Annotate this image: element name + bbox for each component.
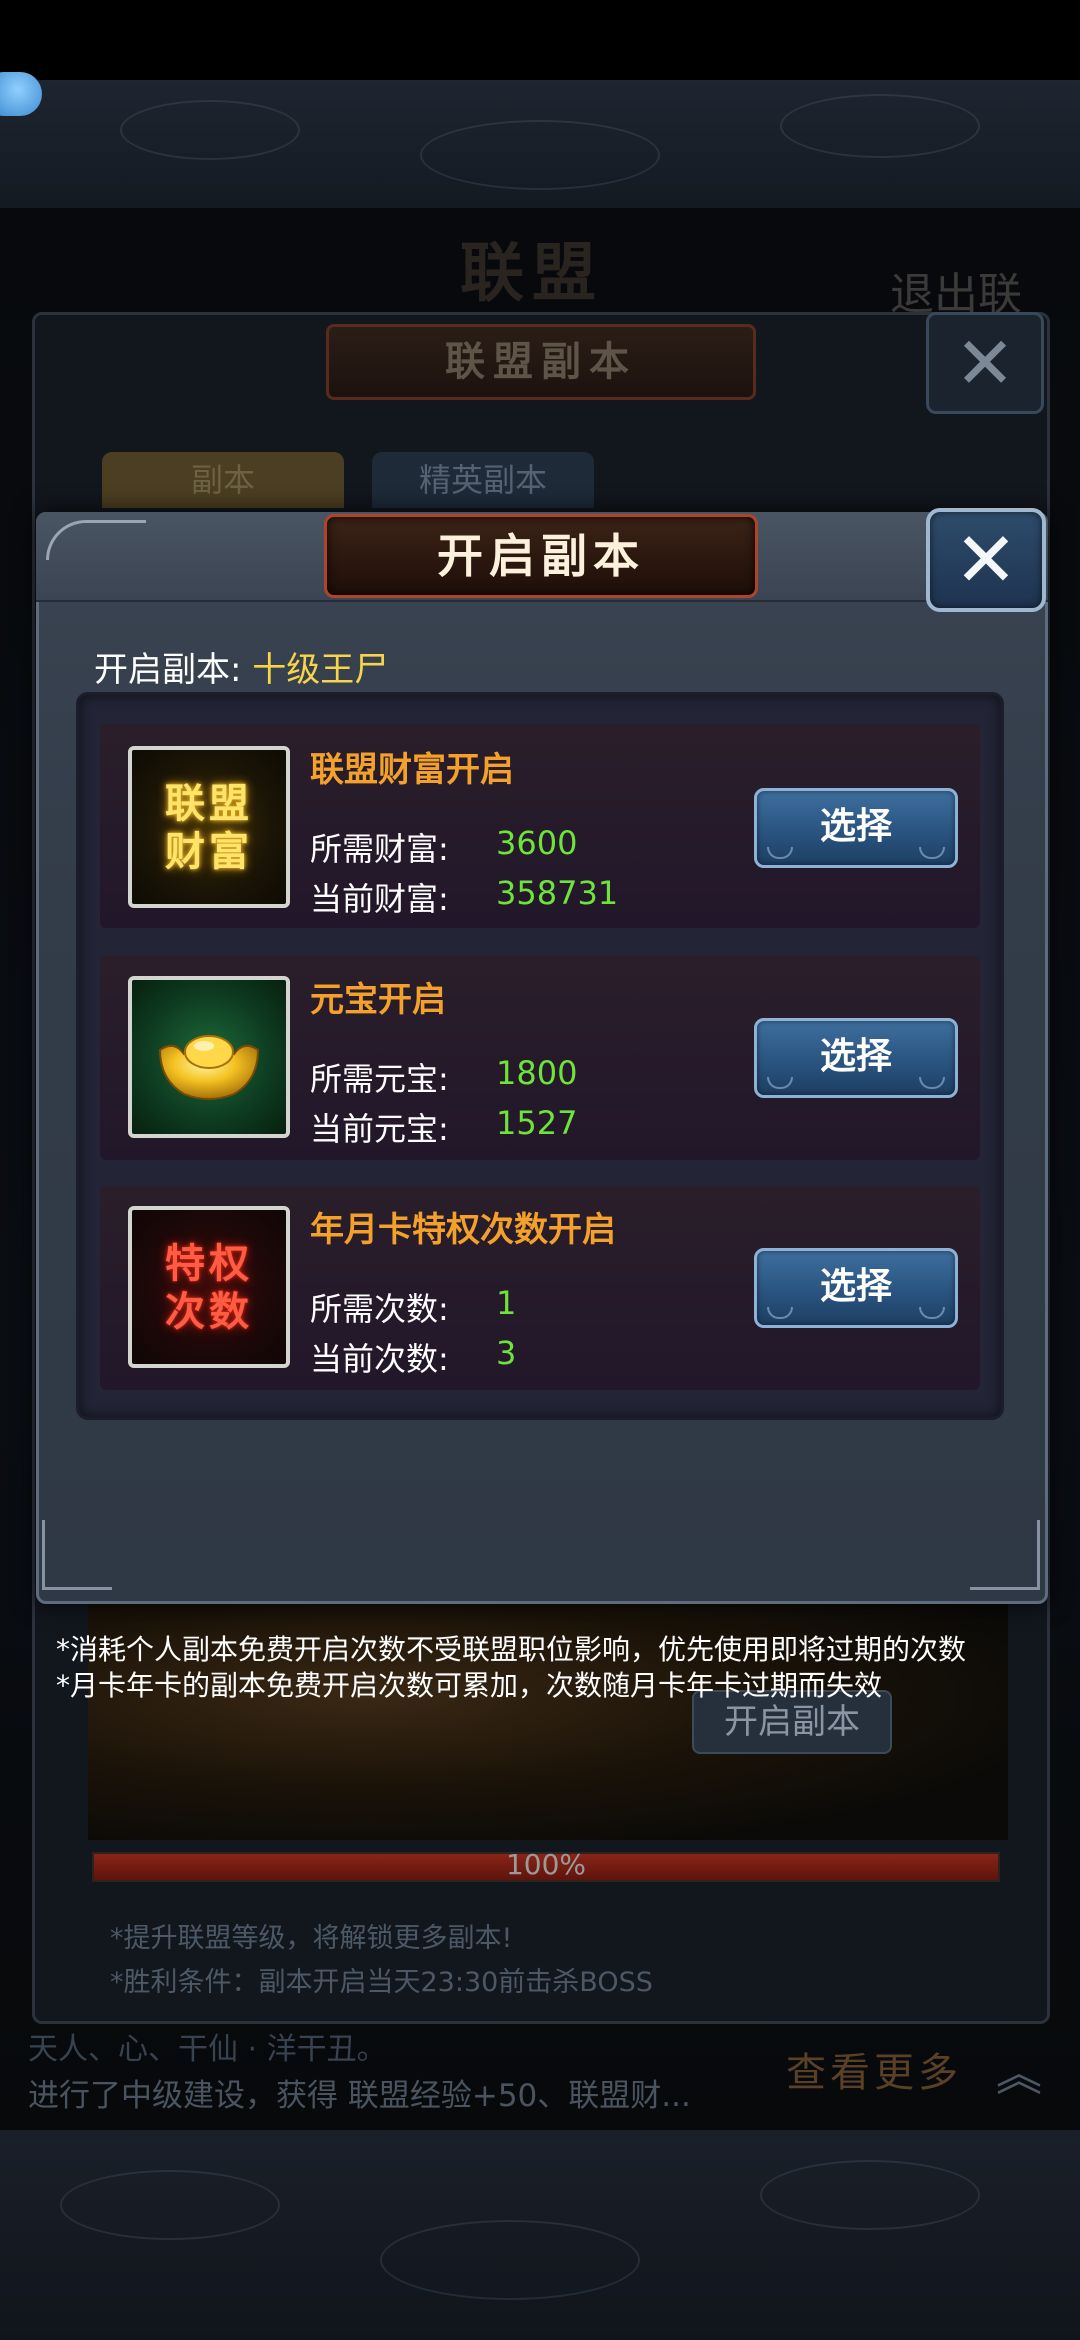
required-count: 所需次数: 1 [310, 1284, 516, 1330]
double-chevron-up-icon[interactable]: ︽ [996, 2038, 1042, 2104]
dialog-title: 开启副本 [437, 529, 645, 583]
alliance-dungeon-title: 联盟副本 [326, 324, 756, 400]
footnote: *消耗个人副本免费开启次数不受联盟职位影响，优先使用即将过期的次数 [56, 1633, 967, 1666]
field-value: 3600 [496, 824, 578, 862]
field-value: 1527 [496, 1104, 578, 1142]
progress-label: 100% [505, 1848, 587, 1881]
field-label: 所需元宝: [310, 1060, 449, 1098]
privilege-count-icon: 特权 次数 [128, 1206, 290, 1368]
select-ingot-button[interactable]: 选择 [754, 1018, 958, 1098]
current-count: 当前次数: 3 [310, 1334, 516, 1380]
option-title: 元宝开启 [310, 980, 446, 1020]
tab-dungeon[interactable]: 副本 [102, 452, 344, 508]
field-value: 1800 [496, 1054, 578, 1092]
close-button[interactable]: ✕ [926, 508, 1046, 612]
status-bar-area [0, 0, 1080, 80]
top-decor-strip [0, 80, 1080, 208]
app-corner-badge[interactable] [0, 72, 42, 116]
select-privilege-button[interactable]: 选择 [754, 1248, 958, 1328]
dungeon-subtitle: 开启副本: 十级王尸 [94, 642, 388, 691]
background-close-icon[interactable]: ✕ [926, 312, 1044, 414]
dungeon-name: 十级王尸 [252, 650, 389, 690]
ingot-graphic [158, 1035, 260, 1100]
view-more-link[interactable]: 查看更多 [786, 2040, 962, 2098]
unlock-note: *提升联盟等级，将解锁更多副本! [110, 1923, 513, 1954]
required-ingot: 所需元宝: 1800 [310, 1054, 577, 1100]
field-value: 3 [496, 1334, 517, 1372]
tab-elite-dungeon[interactable]: 精英副本 [372, 452, 594, 508]
field-label: 当前元宝: [310, 1110, 449, 1148]
chat-line: 天人、心、干仙 · 洋干丑。 [28, 2032, 387, 2067]
gold-ingot-icon [128, 976, 290, 1138]
corner-ornament [970, 1520, 1040, 1590]
option-title: 年月卡特权次数开启 [310, 1210, 616, 1250]
victory-condition-note: *胜利条件：副本开启当天23:30前击杀BOSS [110, 1967, 653, 1998]
current-wealth: 当前财富: 358731 [310, 874, 618, 920]
corner-ornament [42, 1520, 112, 1590]
icon-label: 特权 次数 [165, 1240, 253, 1335]
field-label: 所需次数: [310, 1290, 449, 1328]
field-label: 当前财富: [310, 880, 449, 918]
field-label: 所需财富: [310, 830, 449, 868]
select-wealth-button[interactable]: 选择 [754, 788, 958, 868]
required-wealth: 所需财富: 3600 [310, 824, 577, 870]
current-ingot: 当前元宝: 1527 [310, 1104, 577, 1150]
icon-label: 联盟 财富 [165, 780, 253, 875]
subtitle-label: 开启副本: [94, 650, 242, 690]
field-value: 1 [496, 1284, 517, 1322]
footnote: *月卡年卡的副本免费开启次数可累加，次数随月卡年卡过期而失效 [56, 1669, 883, 1702]
field-label: 当前次数: [310, 1340, 449, 1378]
option-title: 联盟财富开启 [310, 750, 514, 790]
bottom-decor-strip [0, 2130, 1080, 2340]
alliance-banner-title: 联盟 [460, 236, 604, 311]
field-value: 358731 [496, 874, 619, 912]
alliance-wealth-icon: 联盟 财富 [128, 746, 290, 908]
close-x-icon: ✕ [954, 515, 1018, 604]
chat-line: 进行了中级建设，获得 联盟经验+50、联盟财... [28, 2078, 691, 2114]
